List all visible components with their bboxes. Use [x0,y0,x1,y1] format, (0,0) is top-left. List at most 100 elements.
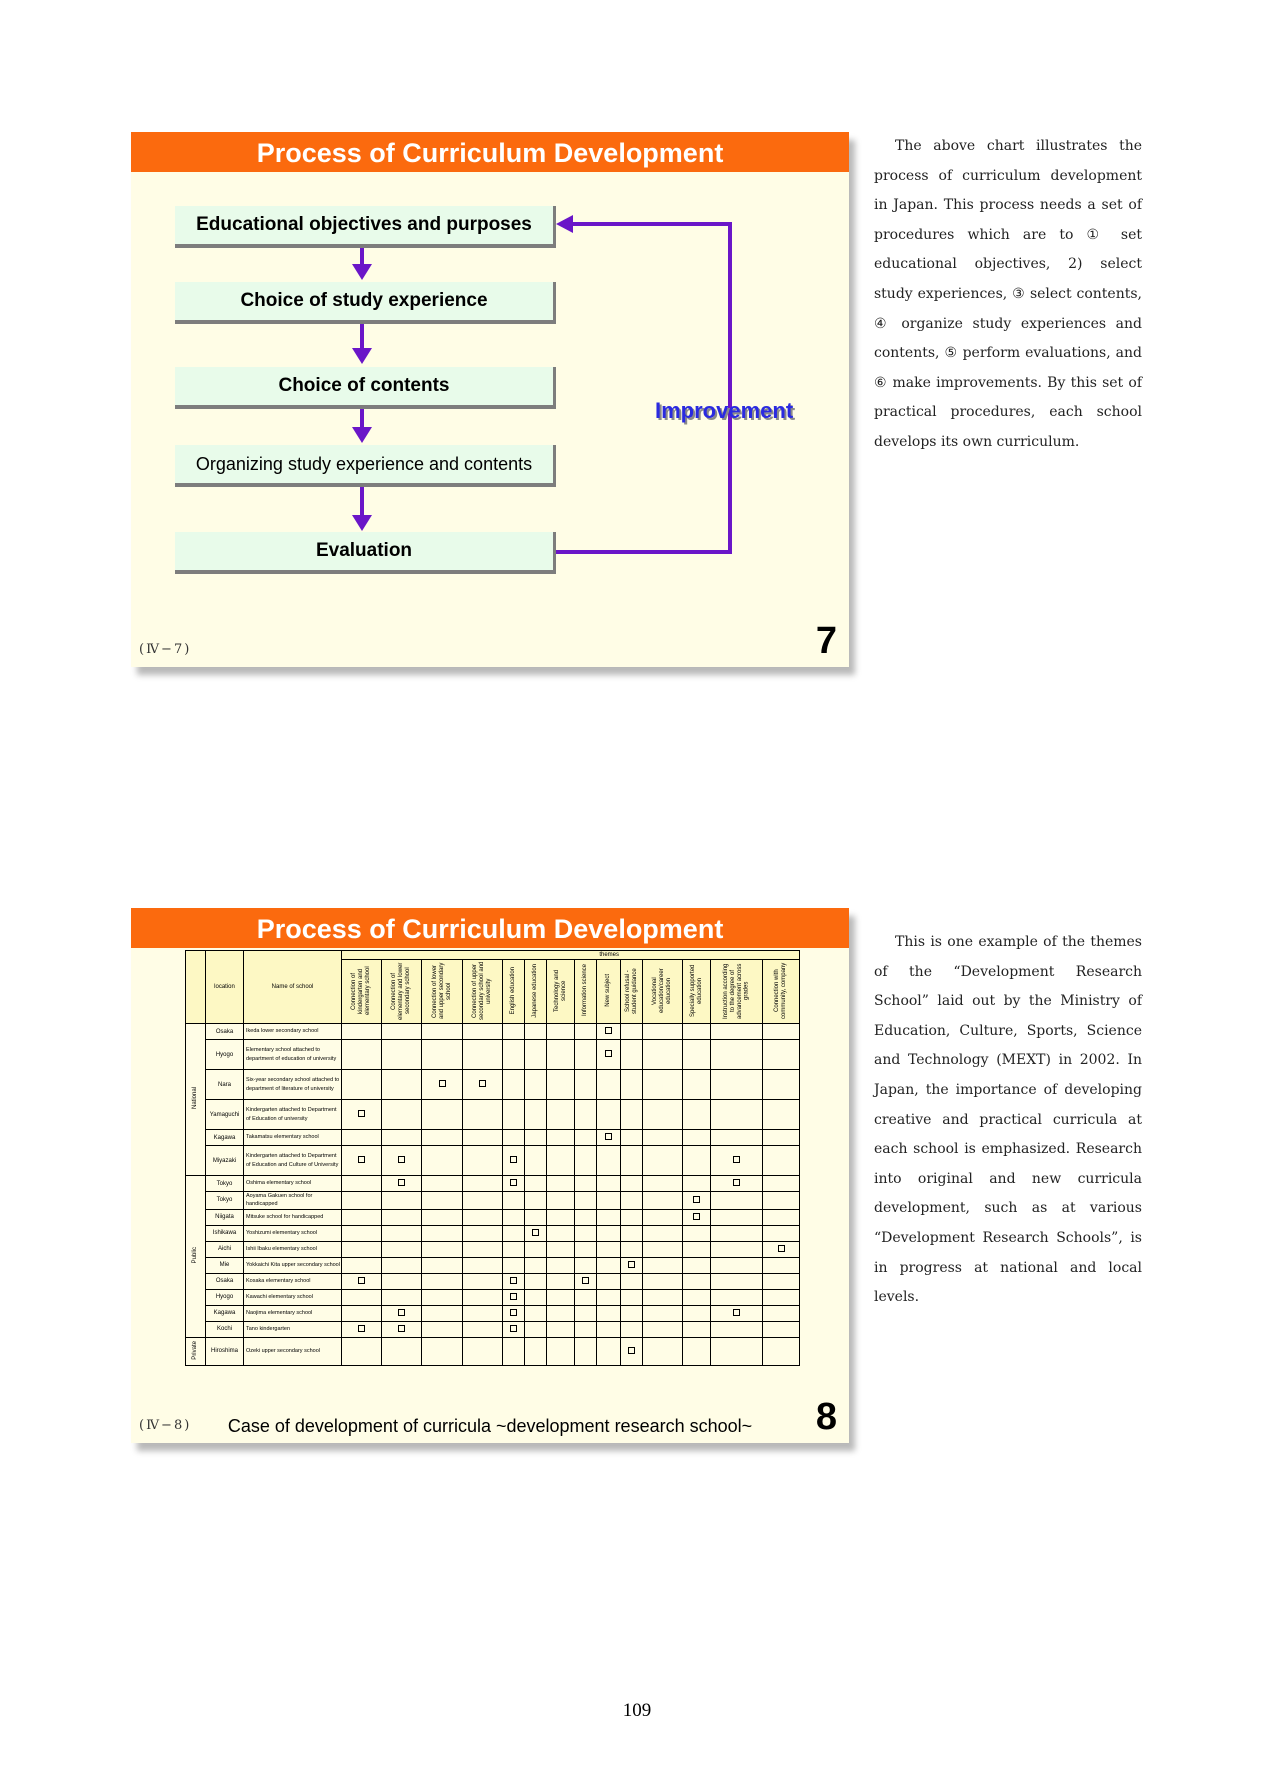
theme-cell [524,1224,547,1242]
arrow-head-down-icon [352,427,372,443]
school-name-cell: Ozeki upper secondary school [243,1336,342,1366]
theme-cell [762,1039,800,1070]
theme-cell [620,1256,643,1274]
checkbox-mark-icon [398,1179,405,1186]
theme-cell [341,1099,382,1130]
theme-cell [341,1240,382,1258]
theme-cell [574,1304,597,1322]
arrow-down-4 [360,487,364,517]
theme-cell [620,1069,643,1100]
theme-cell [762,1336,800,1366]
theme-cell [462,1336,503,1366]
theme-cell [502,1191,525,1210]
theme-column-header: Connection of lower and upper secondary … [421,959,463,1024]
checkbox-mark-icon [358,1324,365,1332]
theme-cell [596,1256,621,1274]
theme-cell [381,1023,422,1040]
theme-cell [524,1023,547,1040]
theme-cell [462,1304,503,1322]
theme-cell [421,1224,463,1242]
theme-cell [381,1099,422,1130]
theme-cell [421,1272,463,1290]
theme-cell [381,1272,422,1290]
theme-cell [620,1224,643,1242]
theme-cell [682,1145,711,1176]
location-cell: Tokyo [205,1191,244,1210]
theme-cell [682,1240,711,1258]
school-name-cell: Kindergarten attached to Department of E… [243,1099,342,1130]
theme-cell [642,1023,683,1040]
theme-cell [421,1069,463,1100]
theme-cell [421,1256,463,1274]
theme-cell [546,1256,575,1274]
category-header [185,950,206,1024]
theme-cell [574,1023,597,1040]
step-organizing: Organizing study experience and contents [175,445,556,487]
category-cell: Public [185,1175,206,1338]
table-row: Kochi Tano kindergarten [186,1320,800,1338]
theme-cell [682,1320,711,1338]
theme-cell [524,1191,547,1210]
location-header: location [205,950,244,1024]
checkbox-mark-icon [628,1346,635,1354]
theme-cell [574,1129,597,1146]
theme-cell [596,1069,621,1100]
theme-cell [381,1129,422,1146]
theme-column-header: English education [502,959,525,1024]
theme-cell [462,1129,503,1146]
theme-cell [710,1224,763,1242]
loop-line-right [728,222,732,554]
theme-cell [682,1256,711,1274]
theme-cell [381,1288,422,1306]
theme-cell [381,1240,422,1258]
slide-number: 8 [815,1396,837,1438]
theme-cell [421,1336,463,1366]
checkbox-mark-icon [628,1260,635,1268]
table-row: Hyogo Kawachi elementary school [186,1288,800,1306]
step-study-experience: Choice of study experience [175,282,556,324]
theme-cell [642,1191,683,1210]
theme-cell [546,1023,575,1040]
location-cell: Hyogo [205,1288,244,1306]
school-name-cell: Naojima elementary school [243,1304,342,1322]
theme-cell [596,1336,621,1366]
theme-cell [762,1240,800,1258]
theme-cell [620,1320,643,1338]
theme-cell [502,1145,525,1176]
theme-cell [421,1240,463,1258]
table-row: Hyogo Elementary school attached to depar… [186,1039,800,1070]
theme-cell [682,1288,711,1306]
loop-line-bottom [556,550,732,554]
theme-cell [596,1304,621,1322]
theme-cell [462,1023,503,1040]
slide-caption: Case of development of curricula ~develo… [227,1416,753,1436]
theme-cell [710,1208,763,1226]
theme-cell [341,1208,382,1226]
table-row: Ishikawa Yoshizumi elementary school [186,1224,800,1242]
theme-cell [574,1224,597,1242]
theme-cell [341,1288,382,1306]
theme-cell [546,1039,575,1070]
theme-column-header: Connection of kindergarten and elementar… [341,959,382,1024]
location-cell: Hyogo [205,1039,244,1070]
theme-cell [381,1208,422,1226]
theme-cell [462,1272,503,1290]
theme-cell [502,1288,525,1306]
checkbox-mark-icon [605,1050,612,1057]
location-cell: Yamaguchi [205,1099,244,1130]
theme-cell [502,1023,525,1040]
theme-cell [524,1272,547,1290]
theme-cell [710,1288,763,1306]
checkbox-mark-icon [693,1195,700,1203]
checkbox-mark-icon [510,1179,517,1186]
theme-cell [381,1224,422,1242]
school-name-cell: Kindergarten attached to Department of E… [243,1145,342,1176]
table-row: Private Hiroshima Ozeki upper secondary sc… [185,1336,800,1366]
slide-title: Process of Curriculum Development [131,132,849,172]
theme-cell [421,1288,463,1306]
theme-cell [762,1129,800,1146]
theme-cell [620,1240,643,1258]
theme-cell [682,1208,711,1226]
theme-cell [546,1320,575,1338]
theme-cell [421,1208,463,1226]
